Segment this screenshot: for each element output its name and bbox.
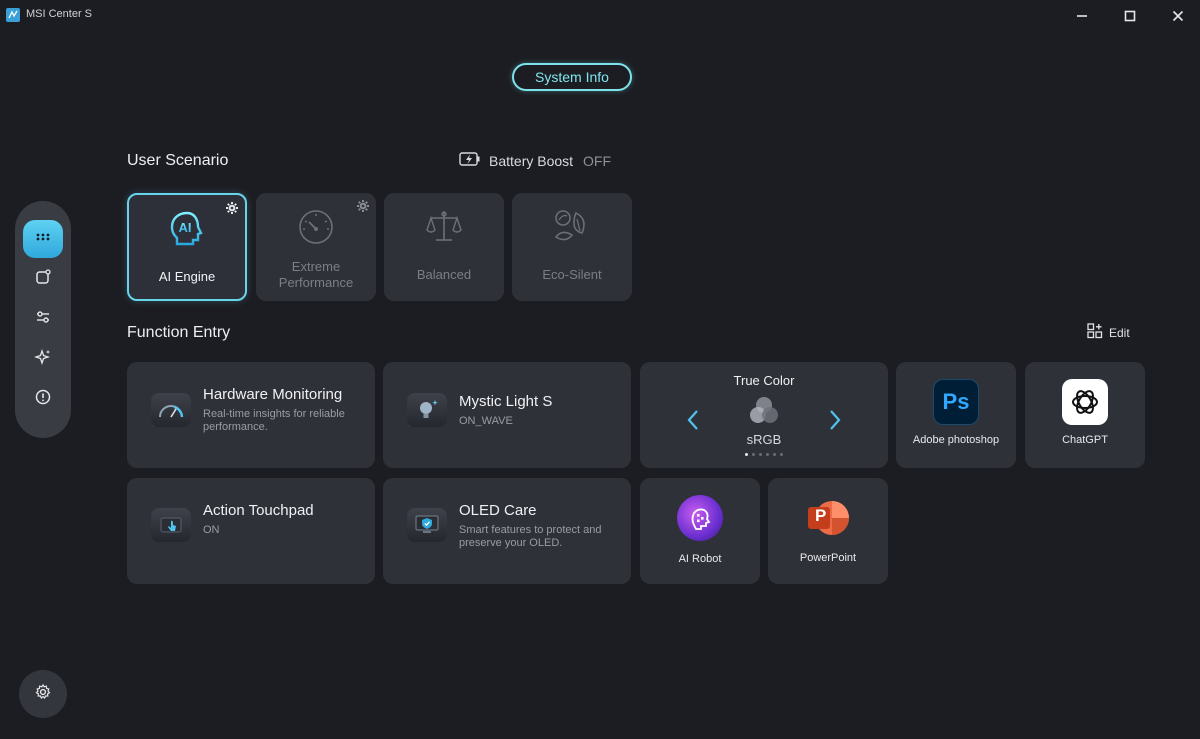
battery-boost-icon	[459, 151, 481, 170]
card-subtitle: ON_WAVE	[459, 415, 513, 427]
action-touchpad-card[interactable]: Action Touchpad ON	[127, 478, 375, 584]
card-title: Hardware Monitoring	[203, 386, 343, 403]
sidebar-item-home[interactable]	[23, 220, 63, 258]
chatgpt-icon	[1062, 379, 1108, 425]
function-entry-title: Function Entry	[127, 324, 231, 341]
ai-engine-icon: AI	[129, 211, 245, 249]
photoshop-icon-text: Ps	[942, 389, 970, 414]
card-subtitle: Smart features to protect and preserve y…	[459, 524, 602, 549]
chatgpt-card[interactable]: ChatGPT	[1025, 362, 1145, 468]
hardware-monitoring-card[interactable]: Hardware Monitoring Real-time insights f…	[127, 362, 375, 468]
minimize-button[interactable]	[1069, 4, 1095, 28]
msi-logo-icon	[6, 8, 20, 22]
battery-boost-toggle[interactable]: Battery Boost OFF	[459, 151, 611, 170]
page-dot[interactable]	[759, 453, 762, 456]
scenario-label: AI Engine	[158, 269, 216, 284]
light-bulb-icon	[407, 393, 447, 427]
scenario-eco-silent[interactable]: Eco-Silent	[512, 193, 632, 301]
alert-icon	[34, 388, 52, 411]
edit-button[interactable]: Edit	[1087, 323, 1130, 342]
system-info-button[interactable]: System Info	[512, 63, 632, 91]
sidebar-item-support[interactable]	[23, 381, 63, 417]
app-label: AI Robot	[678, 553, 722, 565]
scenario-label: Balanced	[416, 267, 472, 282]
app-title: MSI Center S	[26, 8, 93, 20]
scenario-ai-engine[interactable]: AI AI Engine	[127, 193, 247, 301]
sidebar-item-tuning[interactable]	[23, 301, 63, 337]
card-title: True Color	[733, 373, 795, 388]
adobe-photoshop-card[interactable]: Ps Adobe photoshop	[896, 362, 1016, 468]
true-color-card[interactable]: True Color sRGB	[640, 362, 888, 468]
touchpad-icon	[151, 508, 191, 542]
app-label: Adobe photoshop	[912, 434, 1000, 446]
oled-care-card[interactable]: OLED Care Smart features to protect and …	[383, 478, 631, 584]
card-title: OLED Care	[459, 502, 537, 519]
title-bar: MSI Center S	[0, 0, 1200, 32]
close-button[interactable]	[1165, 4, 1191, 28]
chevron-right-icon[interactable]	[824, 408, 844, 432]
page-dot[interactable]	[773, 453, 776, 456]
gauge-icon	[151, 393, 191, 427]
powerpoint-card[interactable]: P PowerPoint	[768, 478, 888, 584]
mystic-light-card[interactable]: Mystic Light S ON_WAVE	[383, 362, 631, 468]
svg-text:AI: AI	[179, 220, 192, 235]
sidebar	[15, 201, 71, 438]
scenario-label-line1: Extreme	[291, 259, 341, 274]
edit-label: Edit	[1109, 325, 1130, 340]
chevron-left-icon[interactable]	[684, 408, 704, 432]
battery-boost-label: Battery Boost	[489, 152, 574, 169]
user-scenario-title: User Scenario	[127, 152, 229, 169]
sidebar-item-device[interactable]	[23, 261, 63, 297]
page-dot[interactable]	[752, 453, 755, 456]
app-label: ChatGPT	[1062, 434, 1108, 446]
device-icon	[34, 268, 52, 291]
sparkle-icon	[33, 348, 52, 371]
card-subtitle: ON	[203, 524, 220, 536]
page-dot[interactable]	[780, 453, 783, 456]
app-label: PowerPoint	[799, 552, 857, 564]
page-dot[interactable]	[745, 453, 748, 456]
card-subtitle: Real-time insights for reliable performa…	[203, 408, 345, 433]
oled-shield-icon	[407, 508, 447, 542]
speedometer-icon	[256, 209, 376, 247]
sidebar-item-ai[interactable]	[23, 341, 63, 377]
color-profile-value: sRGB	[746, 432, 782, 447]
scenario-extreme-performance[interactable]: Extreme Performance	[256, 193, 376, 301]
page-dot[interactable]	[766, 453, 769, 456]
sliders-icon	[34, 308, 52, 331]
scenario-label-line2: Performance	[278, 275, 354, 290]
ai-robot-card[interactable]: AI Robot	[640, 478, 760, 584]
edit-grid-icon	[1087, 323, 1103, 342]
powerpoint-icon-text: P	[815, 506, 827, 525]
settings-button[interactable]	[19, 670, 67, 718]
card-title: Action Touchpad	[203, 502, 314, 519]
powerpoint-icon: P	[805, 495, 851, 541]
ai-robot-icon	[677, 495, 723, 541]
photoshop-icon: Ps	[933, 379, 979, 425]
page-indicator	[640, 453, 888, 456]
apps-grid-icon	[34, 228, 52, 251]
gear-icon	[34, 683, 52, 706]
scenario-label: Eco-Silent	[542, 267, 602, 282]
color-wheel-icon	[747, 395, 781, 432]
scenario-balanced[interactable]: Balanced	[384, 193, 504, 301]
maximize-button[interactable]	[1117, 4, 1143, 28]
card-title: Mystic Light S	[459, 393, 553, 410]
leaf-icon	[512, 209, 632, 247]
battery-boost-state: OFF	[583, 152, 612, 169]
balance-scale-icon	[384, 209, 504, 247]
